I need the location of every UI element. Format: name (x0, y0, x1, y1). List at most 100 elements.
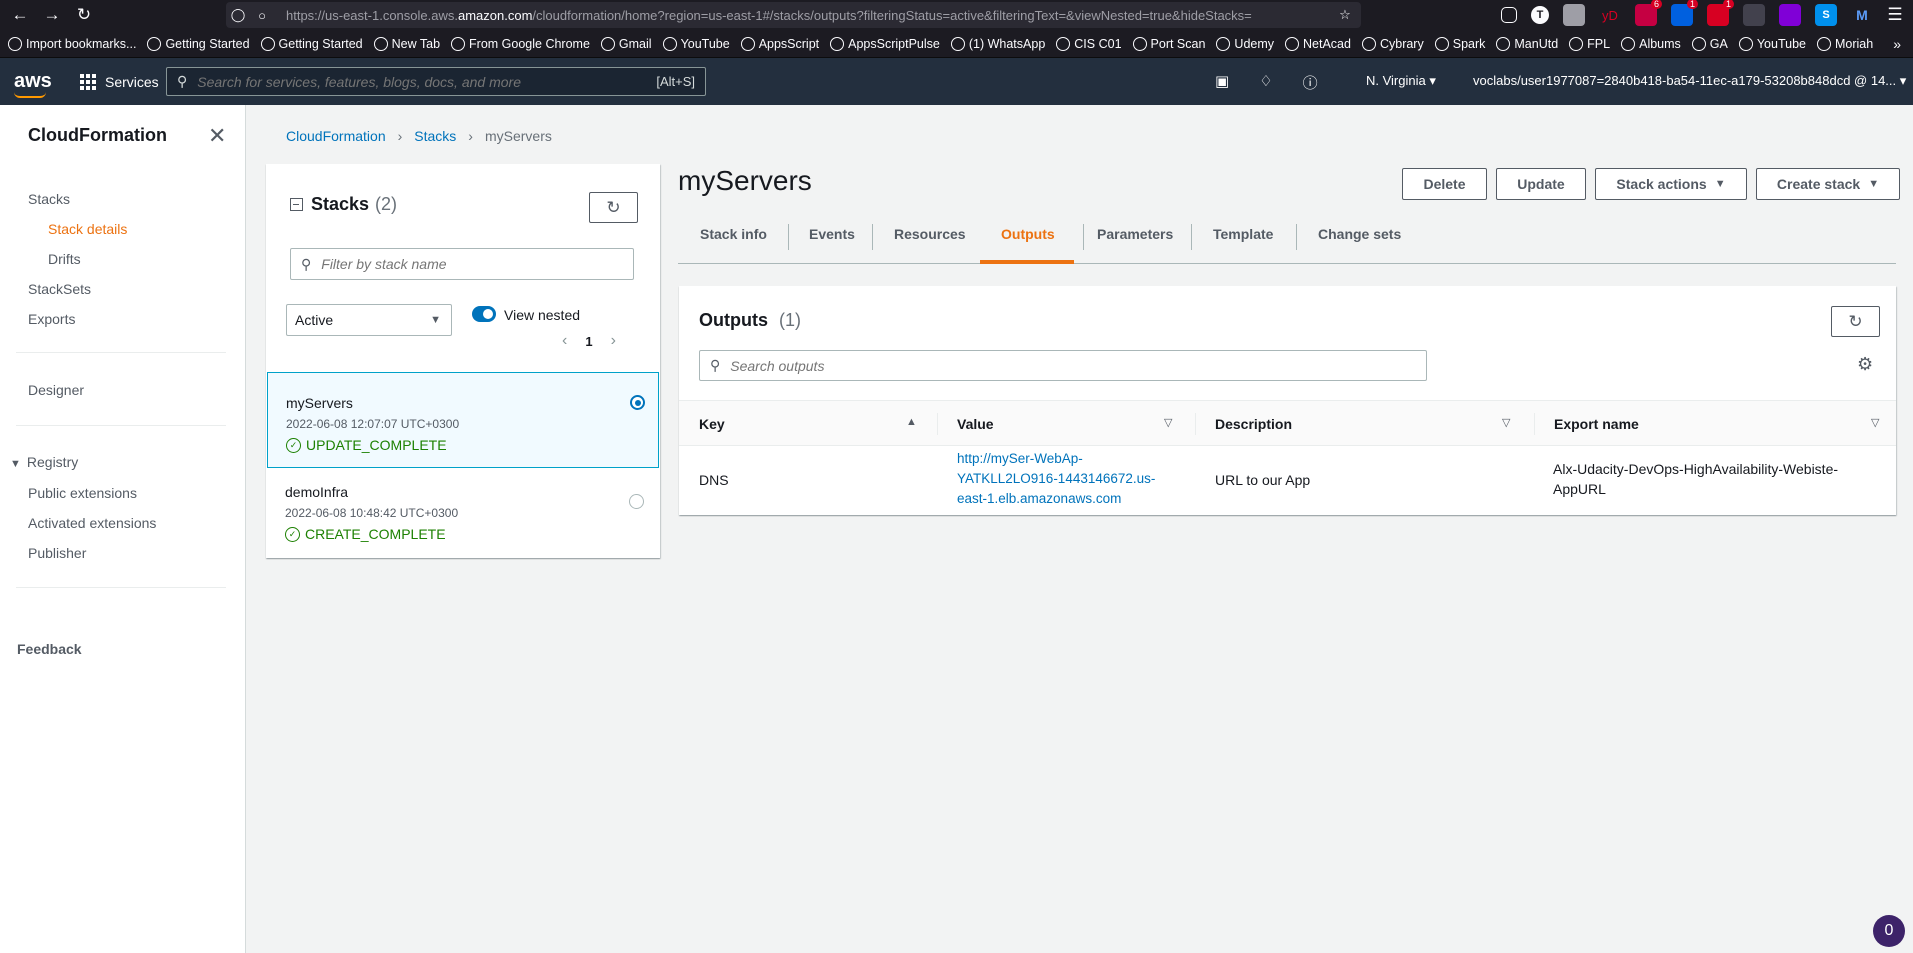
extension-s-icon[interactable]: S (1815, 4, 1837, 26)
stack-name[interactable]: myServers (286, 395, 353, 411)
refresh-outputs-button[interactable]: ↻ (1831, 306, 1880, 337)
sidebar-item-exports[interactable]: Exports (28, 311, 75, 327)
tab-change-sets[interactable]: Change sets (1318, 226, 1401, 242)
bookmark-item[interactable]: Port Scan (1132, 36, 1205, 51)
bookmark-item[interactable]: ManUtd (1496, 36, 1558, 51)
extension-red-icon[interactable]: 6 (1635, 0, 1662, 26)
forward-icon[interactable]: → (40, 3, 64, 27)
create-stack-button[interactable]: Create stack ▼ (1756, 168, 1900, 200)
sidebar-item-activated-extensions[interactable]: Activated extensions (28, 515, 156, 531)
aws-logo[interactable]: aws (14, 70, 64, 98)
outputs-search-input[interactable] (730, 357, 1411, 374)
stack-radio-selected[interactable] (630, 395, 645, 410)
bookmark-item[interactable]: (1) WhatsApp (950, 36, 1045, 51)
delete-button[interactable]: Delete (1402, 168, 1487, 200)
bookmark-item[interactable]: From Google Chrome (451, 36, 590, 51)
bookmark-item[interactable]: Spark (1434, 36, 1485, 51)
tab-resources[interactable]: Resources (894, 226, 966, 242)
url-bar[interactable]: ◯ ○ https://us-east-1.console.aws.amazon… (226, 2, 1361, 28)
bookmark-item[interactable]: Gmail (600, 36, 652, 51)
bookmark-item[interactable]: GA (1691, 36, 1728, 51)
extension-t-icon[interactable]: T (1531, 6, 1549, 24)
lock-icon[interactable]: ○ (250, 3, 274, 27)
sidebar-item-stacksets[interactable]: StackSets (28, 281, 91, 297)
chevron-right-icon[interactable]: › (611, 332, 616, 350)
bell-icon[interactable]: ♢ (1259, 72, 1272, 93)
shield-icon[interactable]: ◯ (226, 3, 250, 27)
sort-icon[interactable]: ▽ (1871, 416, 1879, 429)
extension-blue-icon[interactable]: 1 (1671, 0, 1698, 26)
breadcrumb-stacks[interactable]: Stacks (414, 128, 456, 144)
stack-filter[interactable]: ⚲ (290, 248, 634, 280)
more-bookmarks-icon[interactable]: » (1893, 36, 1901, 52)
tab-events[interactable]: Events (809, 226, 855, 242)
close-icon[interactable]: ✕ (208, 125, 226, 147)
column-export-name[interactable]: Export name (1554, 416, 1639, 432)
collapse-icon[interactable] (290, 198, 303, 211)
stack-filter-input[interactable] (321, 256, 622, 272)
back-icon[interactable]: ← (8, 3, 32, 27)
sort-icon[interactable]: ▽ (1502, 416, 1510, 429)
services-menu[interactable]: Services (80, 73, 159, 90)
tab-parameters[interactable]: Parameters (1097, 226, 1173, 242)
bookmark-item[interactable]: Udemy (1216, 36, 1274, 51)
menu-icon[interactable]: ☰ (1883, 3, 1907, 27)
bookmark-item[interactable]: AppsScriptPulse (830, 36, 940, 51)
bookmark-item[interactable]: New Tab (373, 36, 440, 51)
url-text[interactable]: https://us-east-1.console.aws.amazon.com… (286, 8, 1336, 23)
cloudshell-icon[interactable]: ▣ (1215, 72, 1229, 93)
bookmark-item[interactable]: YouTube (1738, 36, 1806, 51)
bookmark-item[interactable]: Albums (1621, 36, 1681, 51)
sidebar-item-stack-details[interactable]: Stack details (48, 221, 127, 237)
chevron-left-icon[interactable]: ‹ (562, 332, 567, 350)
extension-car-icon[interactable] (1743, 4, 1765, 26)
page-number[interactable]: 1 (585, 334, 592, 349)
tab-outputs[interactable]: Outputs (1001, 226, 1055, 242)
stack-radio[interactable] (629, 494, 644, 509)
bookmark-item[interactable]: Moriah (1816, 36, 1873, 51)
extension-purple-icon[interactable] (1779, 4, 1801, 26)
tab-stack-info[interactable]: Stack info (700, 226, 767, 242)
outputs-search[interactable]: ⚲ (699, 350, 1427, 381)
stack-row-demoinfra[interactable]: demoInfra 2022-06-08 10:48:42 UTC+0300 ✓… (267, 462, 659, 558)
breadcrumb-cloudformation[interactable]: CloudFormation (286, 128, 386, 144)
aws-search-input[interactable] (197, 73, 628, 90)
extension-yd-icon[interactable]: yD (1599, 4, 1621, 26)
bookmark-star-icon[interactable]: ☆ (1333, 3, 1357, 27)
stack-row-myservers[interactable]: myServers 2022-06-08 12:07:07 UTC+0300 ✓… (267, 372, 659, 468)
bookmark-item[interactable]: AppsScript (740, 36, 819, 51)
bookmark-item[interactable]: Import bookmarks... (8, 36, 136, 51)
output-value-link[interactable]: http://mySer-WebAp- YATKLL2LO916-1443146… (957, 449, 1177, 509)
gear-icon[interactable]: ⚙ (1857, 354, 1873, 375)
bookmark-item[interactable]: NetAcad (1285, 36, 1351, 51)
bookmark-item[interactable]: Getting Started (260, 36, 363, 51)
region-selector[interactable]: N. Virginia ▾ (1366, 73, 1436, 89)
sidebar-item-publisher[interactable]: Publisher (28, 545, 86, 561)
tab-template[interactable]: Template (1213, 226, 1273, 242)
sidebar-item-stacks[interactable]: Stacks (28, 191, 70, 207)
stack-name[interactable]: demoInfra (285, 484, 348, 500)
help-icon[interactable]: ⓘ (1303, 72, 1318, 93)
column-description[interactable]: Description (1215, 416, 1292, 432)
aws-search[interactable]: ⚲ [Alt+S] (166, 67, 706, 96)
sidebar-group-registry[interactable]: ▼ Registry (10, 454, 78, 470)
bookmark-item[interactable]: Cybrary (1361, 36, 1424, 51)
sidebar-item-drifts[interactable]: Drifts (48, 251, 81, 267)
feedback-link[interactable]: Feedback (17, 641, 82, 657)
status-filter-select[interactable]: Active ▼ (286, 304, 452, 336)
update-button[interactable]: Update (1496, 168, 1586, 200)
sort-asc-icon[interactable]: ▲ (906, 416, 917, 428)
help-chat-badge[interactable]: 0 (1873, 915, 1905, 947)
bookmark-item[interactable]: FPL (1569, 36, 1610, 51)
stack-actions-button[interactable]: Stack actions ▼ (1595, 168, 1747, 200)
column-value[interactable]: Value (957, 416, 994, 432)
extension-shield-icon[interactable]: 1 (1707, 0, 1734, 26)
bookmark-item[interactable]: Getting Started (147, 36, 250, 51)
account-menu[interactable]: voclabs/user1977087=2840b418-ba54-11ec-a… (1473, 73, 1906, 89)
refresh-stacks-button[interactable]: ↻ (589, 192, 638, 223)
sidebar-item-designer[interactable]: Designer (28, 382, 84, 398)
pocket-icon[interactable] (1501, 7, 1517, 23)
sidebar-item-public-extensions[interactable]: Public extensions (28, 485, 137, 501)
reload-icon[interactable]: ↻ (72, 3, 96, 27)
column-key[interactable]: Key (699, 416, 725, 432)
